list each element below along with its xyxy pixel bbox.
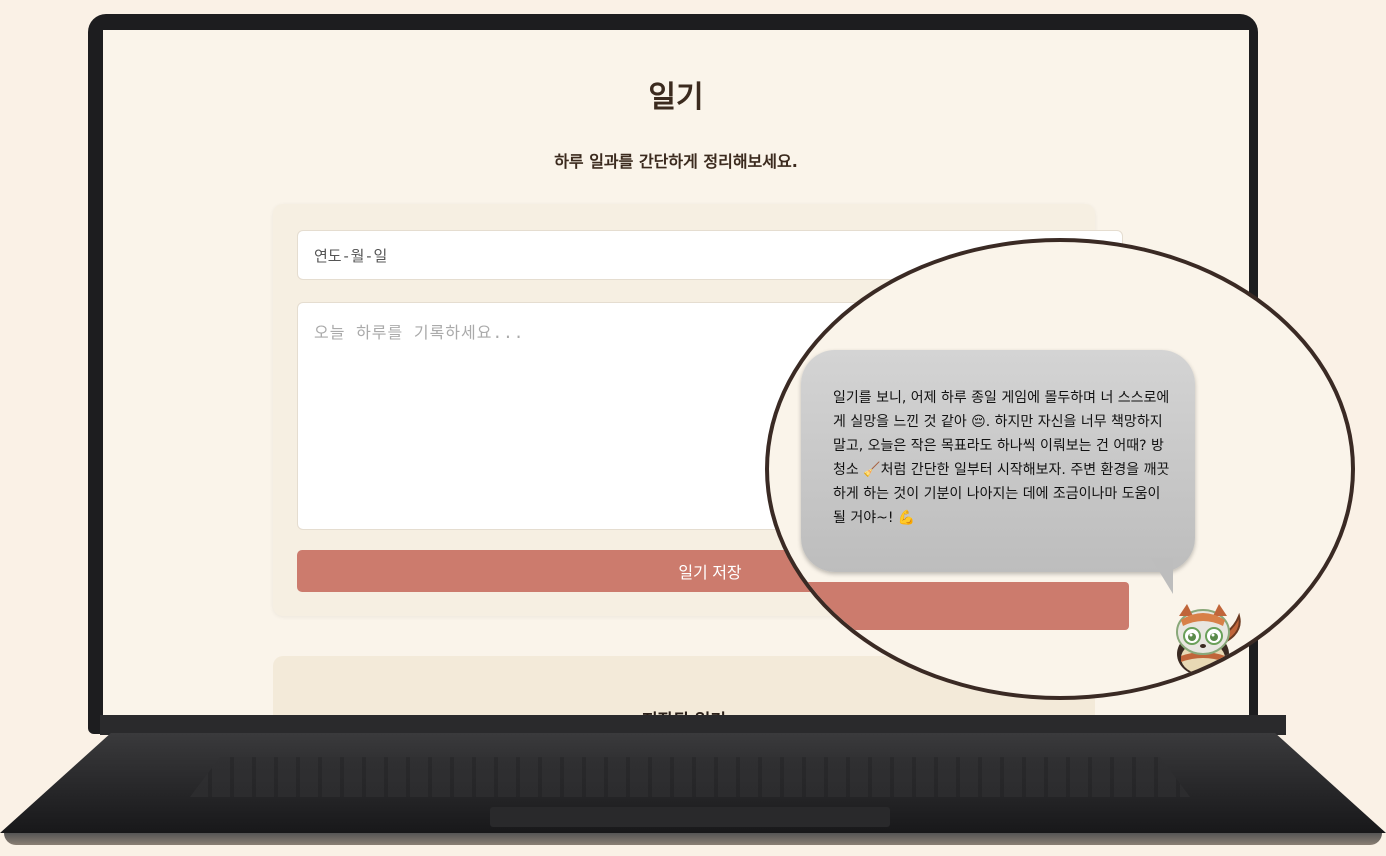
date-placeholder: 연도-월-일 <box>314 246 388 265</box>
raccoon-mascot-icon[interactable] <box>1173 602 1243 678</box>
zoomed-save-button <box>769 582 1129 630</box>
entry-placeholder: 오늘 하루를 기록하세요... <box>314 323 525 342</box>
chat-bubble: 일기를 보니, 어제 하루 종일 게임에 몰두하며 너 스스로에게 실망을 느낀… <box>801 350 1195 572</box>
zoom-callout: 일기를 보니, 어제 하루 종일 게임에 몰두하며 너 스스로에게 실망을 느낀… <box>765 238 1355 700</box>
keyboard <box>190 757 1190 797</box>
chat-bubble-tail <box>1151 558 1173 594</box>
page-title: 일기 <box>648 80 704 115</box>
trackpad <box>490 807 890 827</box>
laptop-lip <box>4 833 1382 845</box>
page-subtitle: 하루 일과를 간단하게 정리해보세요. <box>554 152 798 171</box>
laptop-keyboard-deck <box>0 733 1386 833</box>
laptop-base <box>0 715 1386 850</box>
laptop-hinge <box>100 715 1286 735</box>
chat-bubble-message: 일기를 보니, 어제 하루 종일 게임에 몰두하며 너 스스로에게 실망을 느낀… <box>833 390 1170 526</box>
